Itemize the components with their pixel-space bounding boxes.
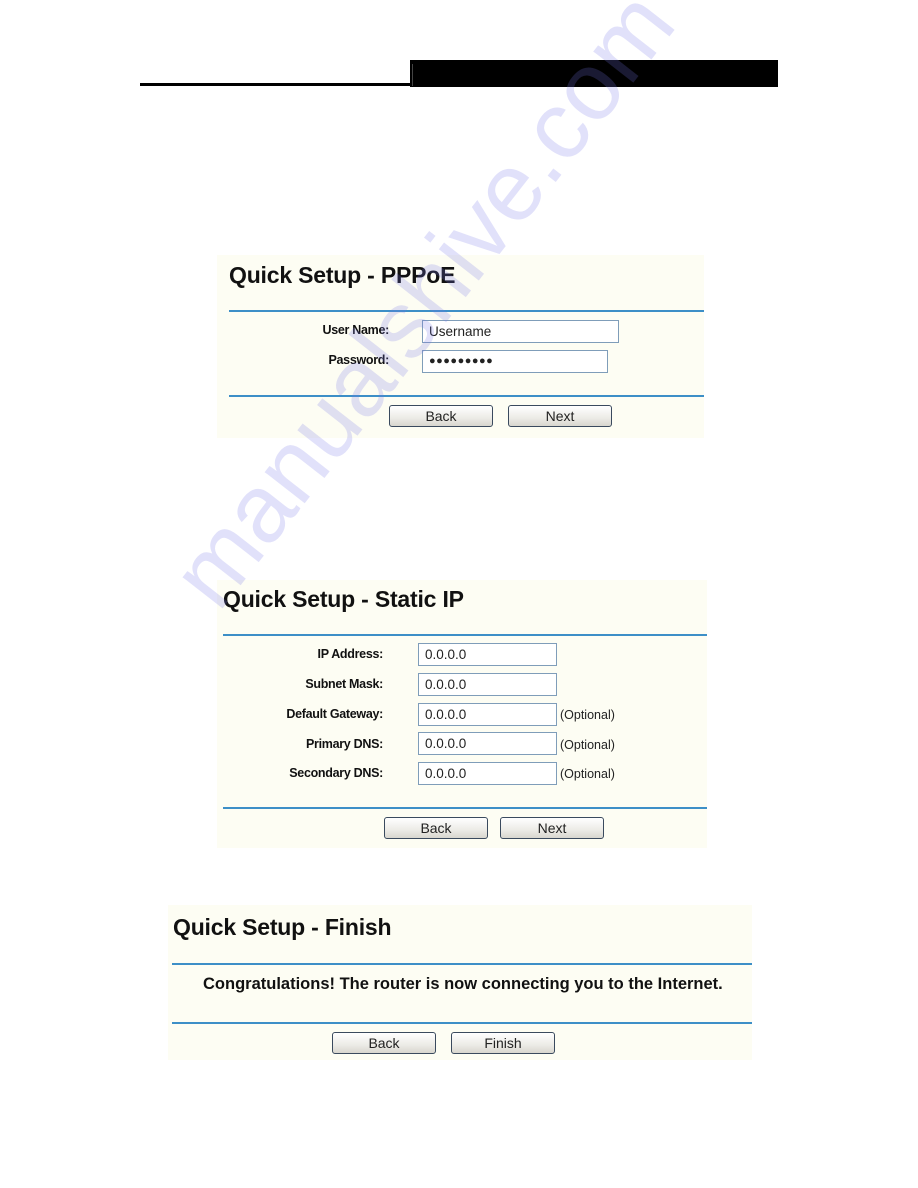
page-title: Quick Setup - Finish [173,914,392,940]
page-title: Quick Setup - Static IP [223,586,464,612]
back-button[interactable]: Back [389,405,493,427]
header-bar [410,60,778,87]
ip-address-field[interactable] [418,643,557,666]
back-button[interactable]: Back [332,1032,436,1054]
username-field[interactable] [422,320,619,343]
divider [223,807,707,809]
divider [229,395,704,397]
header-rule [140,83,410,86]
primary-dns-label: Primary DNS: [306,737,383,751]
primary-dns-field[interactable] [418,732,557,755]
divider [229,310,704,312]
next-button[interactable]: Next [508,405,612,427]
next-button[interactable]: Next [500,817,604,839]
divider [172,1022,752,1024]
subnet-mask-field[interactable] [418,673,557,696]
finish-panel: Quick Setup - Finish Congratulations! Th… [168,905,752,1060]
pppoe-panel: Quick Setup - PPPoE User Name: Password:… [217,255,704,438]
default-gateway-label: Default Gateway: [286,707,383,721]
back-button[interactable]: Back [384,817,488,839]
username-label: User Name: [322,323,390,337]
secondary-dns-label: Secondary DNS: [289,766,383,780]
optional-note: (Optional) [560,708,615,722]
static-ip-panel: Quick Setup - Static IP IP Address: Subn… [217,580,707,848]
ip-address-label: IP Address: [317,647,384,661]
default-gateway-field[interactable] [418,703,557,726]
divider [172,963,752,965]
password-field[interactable]: ●●●●●●●●● [422,350,608,373]
page-title: Quick Setup - PPPoE [229,262,456,288]
congratulations-message: Congratulations! The router is now conne… [203,975,723,993]
divider [223,634,707,636]
password-label: Password: [328,353,389,367]
optional-note: (Optional) [560,738,615,752]
finish-button[interactable]: Finish [451,1032,555,1054]
secondary-dns-field[interactable] [418,762,557,785]
subnet-mask-label: Subnet Mask: [305,677,383,691]
optional-note: (Optional) [560,767,615,781]
